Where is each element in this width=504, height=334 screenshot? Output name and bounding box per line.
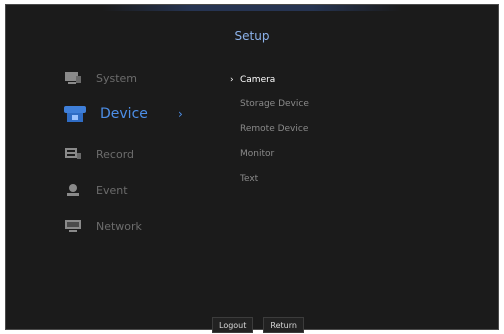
submenu-item-text[interactable]: Text [230,174,370,192]
page-title: Setup [234,29,270,43]
chevron-right-icon: › [178,107,183,121]
menu-item-label: Record [96,147,135,161]
selection-marker: › [230,75,234,85]
submenu-item-label: Camera [240,75,276,85]
submenu-item-label: Monitor [240,149,275,159]
system-icon [62,70,84,86]
submenu-item-storage-device[interactable]: Storage Device [230,99,370,117]
menu-item-network[interactable]: Network [62,213,192,239]
menu-item-label: Network [96,219,142,233]
submenu-item-remote-device[interactable]: Remote Device [230,124,370,142]
menu-item-system[interactable]: System [62,65,192,91]
return-button[interactable]: Return [263,317,304,333]
menu-item-event[interactable]: Event [62,177,192,203]
footer-buttons: Logout Return [212,317,304,333]
event-icon [62,182,84,198]
submenu-item-monitor[interactable]: Monitor [230,149,370,167]
submenu-item-label: Storage Device [240,99,309,109]
logout-button[interactable]: Logout [212,317,254,333]
setup-window: Setup System Device › Record Event Netwo… [5,4,499,333]
record-icon [62,146,84,162]
window-top-accent [102,5,402,11]
menu-item-label: Device [100,106,148,122]
submenu-item-label: Text [240,174,259,184]
menu-item-device[interactable]: Device › [62,101,192,127]
network-icon [62,218,84,234]
submenu-item-label: Remote Device [240,124,309,134]
device-icon [62,103,88,125]
menu-item-label: Event [96,183,128,197]
menu-item-label: System [96,71,138,85]
menu-item-record[interactable]: Record [62,141,192,167]
submenu-item-camera[interactable]: › Camera [230,75,370,93]
